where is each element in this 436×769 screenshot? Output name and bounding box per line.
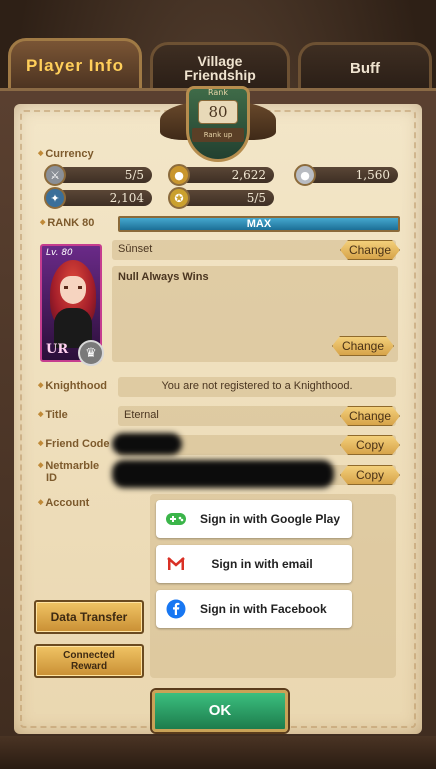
netmarble-id-label-line2: ID xyxy=(46,472,57,484)
ok-label: OK xyxy=(208,702,232,719)
netmarble-id-label-line1: Netmarble xyxy=(45,460,100,472)
portrait-face xyxy=(60,276,86,304)
currency-silver-value: 1,560 xyxy=(306,167,398,183)
gmail-icon xyxy=(156,557,196,571)
currency-gold-value: 2,622 xyxy=(180,167,274,183)
copy-friend-code-button[interactable]: Copy xyxy=(340,435,400,455)
title-value: Eternal xyxy=(124,409,159,421)
sign-in-google-button[interactable]: Sign in with Google Play xyxy=(156,500,352,538)
portrait-rarity: UR xyxy=(46,342,69,357)
gold-coin-icon: ● xyxy=(168,164,190,186)
tab-player-info-label: Player Info xyxy=(26,56,124,75)
crown-badge-icon: ♛ xyxy=(78,340,104,366)
friend-code-redacted xyxy=(112,433,182,455)
account-label: Account xyxy=(38,497,89,509)
title-label: Title xyxy=(38,409,67,421)
player-name: Sūnset xyxy=(118,243,153,255)
tab-player-info[interactable]: Player Info xyxy=(8,38,142,94)
connected-reward-label-line2: Reward xyxy=(70,661,108,672)
facebook-icon xyxy=(156,599,196,619)
connected-reward-label-line1: Connected xyxy=(63,650,115,661)
sign-in-email-button[interactable]: Sign in with email xyxy=(156,545,352,583)
bio-text: Null Always Wins xyxy=(118,271,209,283)
sign-in-email-label: Sign in with email xyxy=(211,557,313,571)
tab-village-label-line1: Village xyxy=(197,53,243,69)
blue-medal-icon: ✦ xyxy=(44,187,66,209)
knighthood-label: Knighthood xyxy=(38,380,107,392)
sign-in-facebook-button[interactable]: Sign in with Facebook xyxy=(156,590,352,628)
bottom-trim xyxy=(0,736,436,769)
rank-label: RANK 80 xyxy=(40,217,94,229)
currency-gold-medal-value: 5/5 xyxy=(180,190,274,206)
change-bio-button[interactable]: Change xyxy=(332,336,394,356)
data-transfer-label: Data Transfer xyxy=(50,610,128,624)
currency-label: Currency xyxy=(38,148,93,160)
data-transfer-button[interactable]: Data Transfer xyxy=(34,600,144,634)
copy-netmarble-id-button[interactable]: Copy xyxy=(340,465,400,485)
gold-medal-icon: ✪ xyxy=(168,187,190,209)
friend-code-label: Friend Code xyxy=(38,438,109,450)
netmarble-id-label: Netmarble ID xyxy=(38,460,99,484)
knighthood-value: You are not registered to a Knighthood. xyxy=(161,380,353,392)
tab-buff-label: Buff xyxy=(350,59,380,77)
rank-emblem-plate: Rank up xyxy=(192,128,244,142)
change-name-button[interactable]: Change xyxy=(340,240,400,260)
ok-button[interactable]: OK xyxy=(152,690,288,732)
portrait-level: Lv. 80 xyxy=(46,248,73,258)
knighthood-field: You are not registered to a Knighthood. xyxy=(118,377,396,397)
silver-coin-icon: ● xyxy=(294,164,316,186)
rank-progress-bar: MAX xyxy=(118,216,400,232)
currency-blue-medal-value: 2,104 xyxy=(56,190,152,206)
change-title-button[interactable]: Change xyxy=(340,406,400,426)
tab-village-label-line2: Friendship xyxy=(184,67,256,83)
google-play-games-icon xyxy=(156,511,196,527)
sign-in-facebook-label: Sign in with Facebook xyxy=(200,602,327,616)
tab-buff[interactable]: Buff xyxy=(298,42,432,94)
rank-emblem-label: Rank xyxy=(208,88,228,97)
rank-emblem-value: 80 xyxy=(198,100,238,124)
sword-icon: ⚔ xyxy=(44,164,66,186)
currency-sword-value: 5/5 xyxy=(56,167,152,183)
connected-reward-button[interactable]: Connected Reward xyxy=(34,644,144,678)
rank-emblem xyxy=(186,86,250,162)
portrait-eyes xyxy=(64,286,82,289)
rank-progress-text: MAX xyxy=(246,218,272,230)
sign-in-google-label: Sign in with Google Play xyxy=(200,512,341,526)
netmarble-id-redacted xyxy=(112,460,334,488)
